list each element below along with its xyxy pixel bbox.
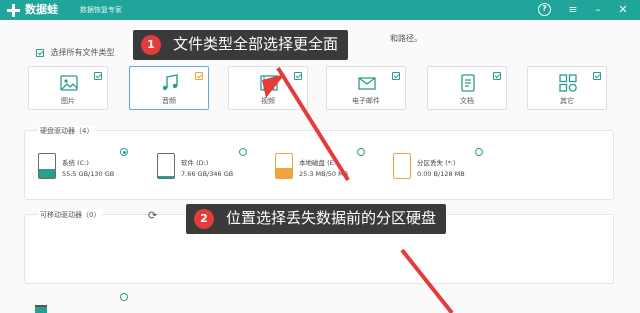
arrow-2-line (400, 248, 454, 313)
callout-1: 1 文件类型全部选择更全面 (133, 30, 349, 60)
callout-2-text: 位置选择丢失数据前的分区硬盘 (226, 209, 437, 227)
arrow-1-head (262, 74, 285, 98)
callout-2-number: 2 (194, 209, 214, 229)
callout-1-number: 1 (141, 35, 161, 55)
callout-2: 2 位置选择丢失数据前的分区硬盘 (186, 204, 447, 234)
callout-1-text: 文件类型全部选择更全面 (173, 35, 339, 53)
arrow-1-line (276, 66, 350, 182)
